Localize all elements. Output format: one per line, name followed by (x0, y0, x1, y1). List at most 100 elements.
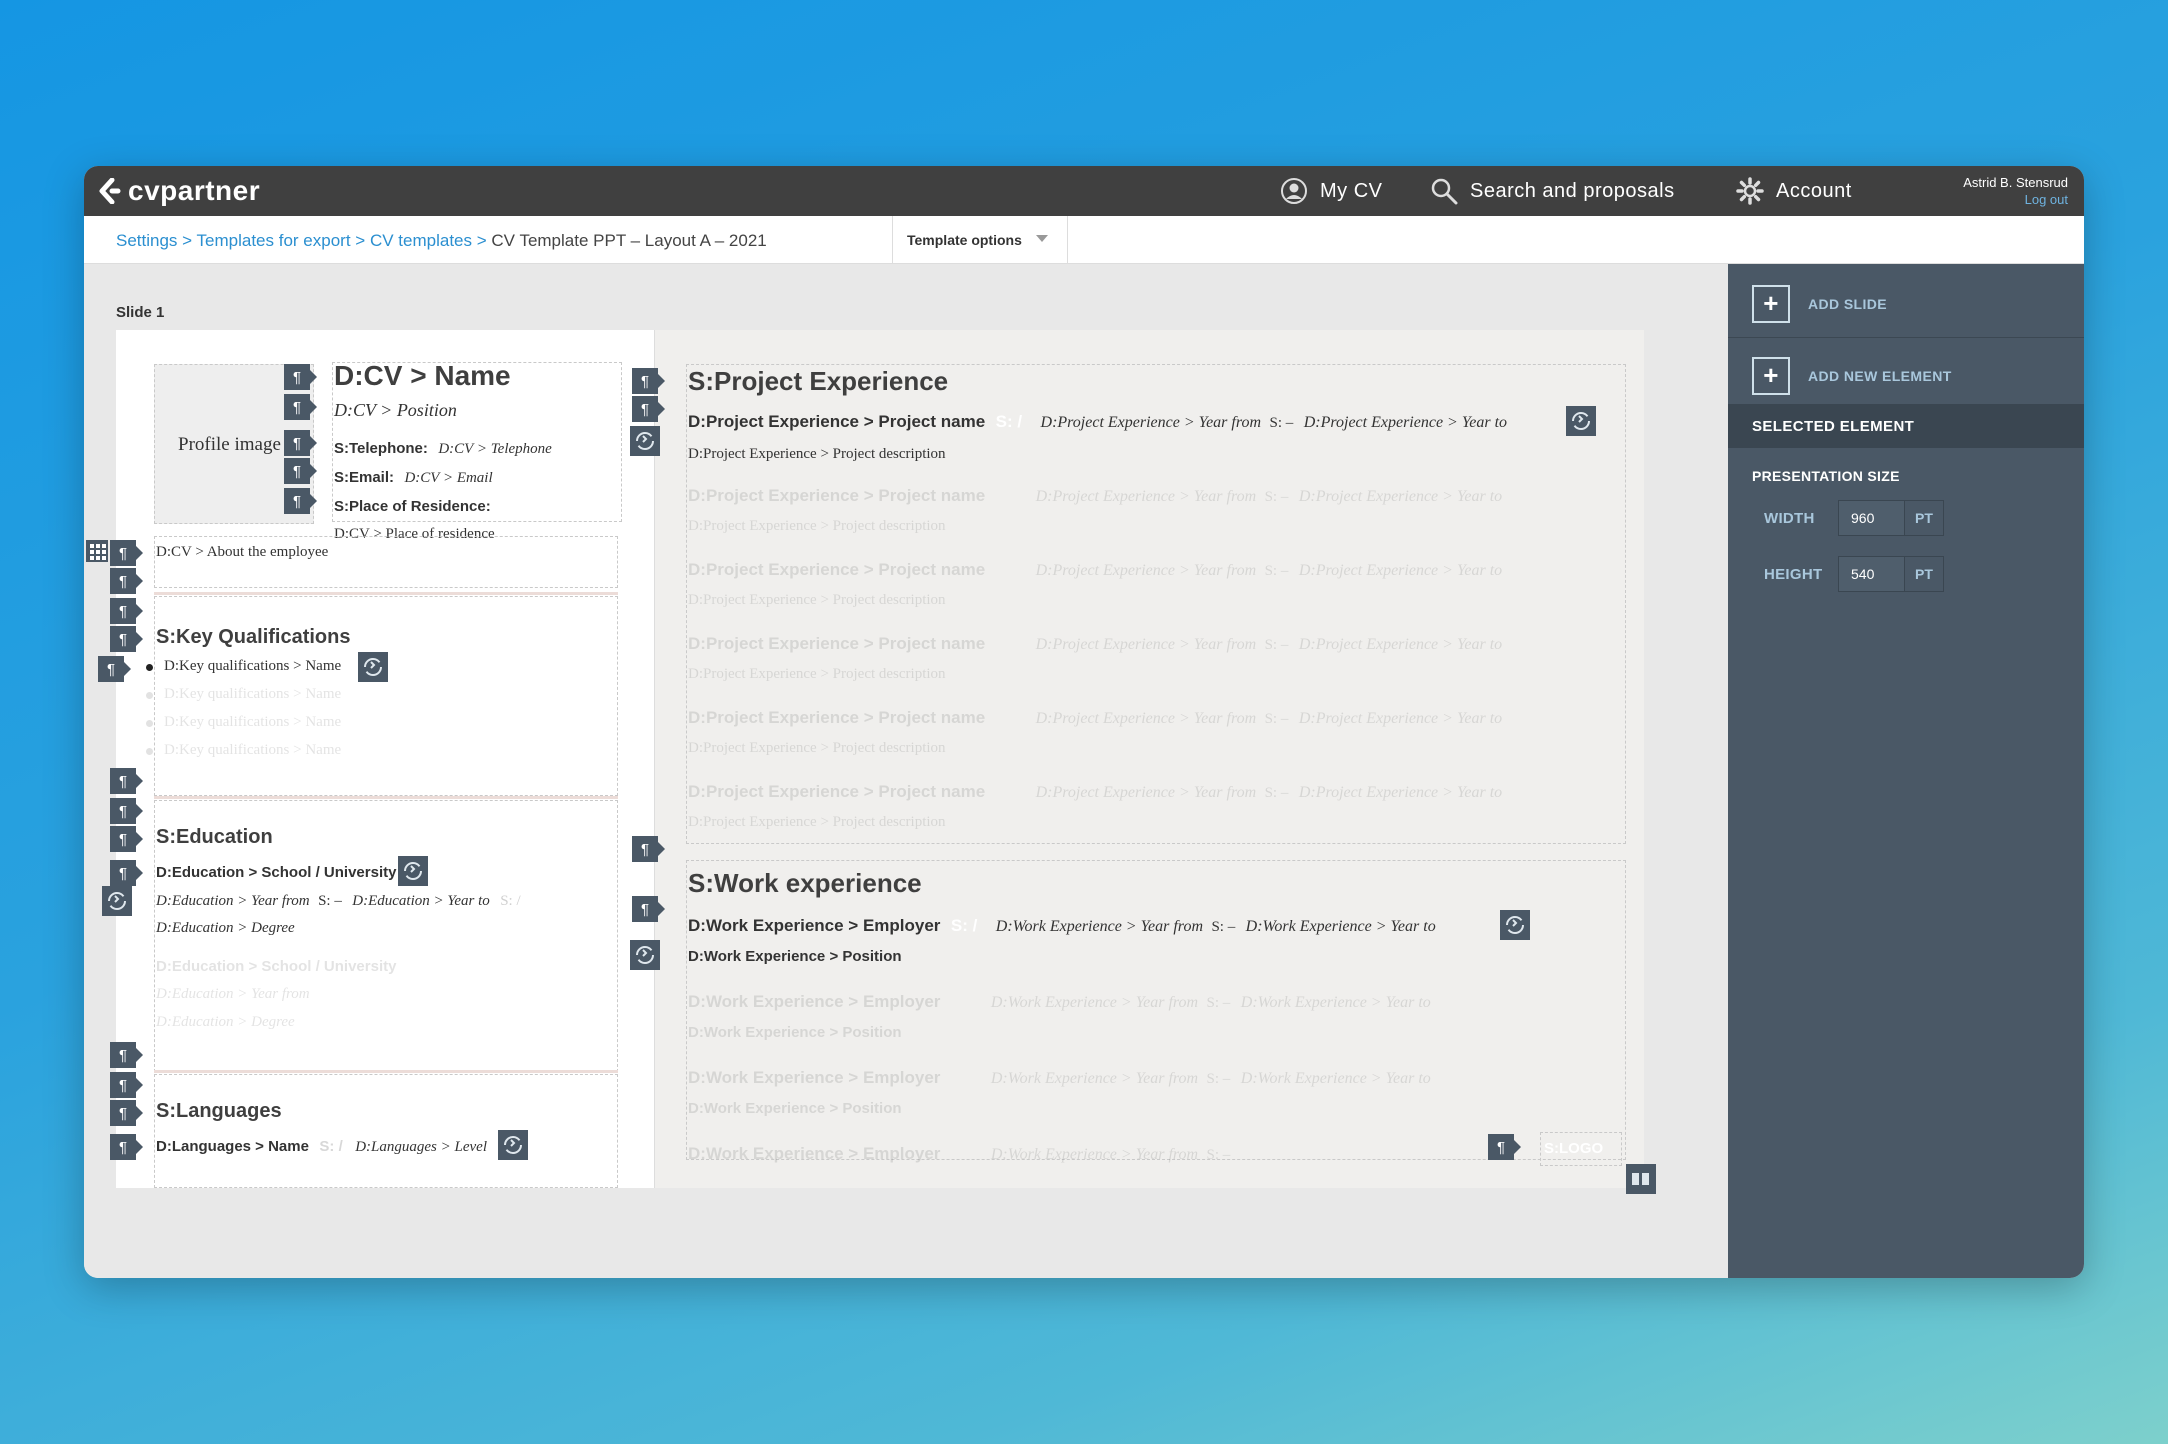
work-year-to: D:Work Experience > Year to (1240, 1070, 1431, 1087)
height-label: HEIGHT (1764, 566, 1823, 583)
project-description[interactable]: D:Project Experience > Project descripti… (688, 446, 946, 463)
paragraph-handle[interactable]: ¶ (1488, 1134, 1521, 1160)
paragraph-handle[interactable]: ¶ (110, 860, 143, 886)
breadcrumb-settings[interactable]: Settings (116, 231, 177, 250)
grid-handle-icon[interactable] (86, 540, 108, 562)
breadcrumb-sep: > (476, 231, 487, 250)
logout-link[interactable]: Log out (1963, 191, 2068, 208)
education-years-row[interactable]: D:Education > Year from S: – D:Education… (156, 892, 521, 910)
paragraph-handle[interactable]: ¶ (110, 626, 143, 652)
education-school-field[interactable]: D:Education > School / University (156, 864, 396, 881)
project-year-to: D:Project Experience > Year to (1298, 636, 1503, 653)
cv-position-field[interactable]: D:CV > Position (334, 400, 457, 421)
width-input[interactable]: 960 (1839, 501, 1905, 535)
telephone-row[interactable]: S:Telephone: D:CV > Telephone (334, 440, 552, 458)
paragraph-handle[interactable]: ¶ (110, 1072, 143, 1098)
paragraph-handle[interactable]: ¶ (110, 798, 143, 824)
paragraph-handle[interactable]: ¶ (110, 568, 143, 594)
education-degree-field: D:Education > Degree (156, 1014, 295, 1030)
slide[interactable]: Profile image ¶ ¶ ¶ ¶ ¶ D:CV > Name D:CV… (86, 330, 1656, 1194)
chevron-down-icon (1035, 235, 1048, 242)
key-qualifications-title[interactable]: S:Key Qualifications (156, 626, 351, 649)
paragraph-handle[interactable]: ¶ (632, 836, 665, 862)
project-description: D:Project Experience > Project descripti… (688, 666, 946, 682)
width-label: WIDTH (1764, 510, 1815, 527)
work-position[interactable]: D:Work Experience > Position (688, 948, 902, 965)
paragraph-handle[interactable]: ¶ (632, 368, 665, 394)
width-unit: PT (1915, 510, 1933, 526)
nav-account[interactable]: Account (1736, 166, 1852, 216)
paragraph-handle[interactable]: ¶ (632, 896, 665, 922)
project-row[interactable]: D:Project Experience > Project name S: /… (688, 412, 1507, 432)
sync-icon[interactable] (398, 856, 428, 886)
cv-name-field[interactable]: D:CV > Name (334, 360, 511, 392)
sync-icon[interactable] (1500, 910, 1530, 940)
residence-label[interactable]: S:Place of Residence: (334, 498, 491, 515)
breadcrumb-sep: > (355, 231, 366, 250)
education-school-field: D:Education > School / University (156, 958, 397, 975)
project-name: D:Project Experience > Project name (688, 634, 986, 653)
project-description: D:Project Experience > Project descripti… (688, 814, 946, 830)
profile-image-label: Profile image (178, 434, 281, 455)
about-field[interactable]: D:CV > About the employee (156, 544, 328, 561)
project-slash: S: / (995, 412, 1023, 431)
paragraph-handle[interactable]: ¶ (284, 364, 317, 390)
breadcrumb-templates[interactable]: Templates for export (197, 231, 351, 250)
email-row[interactable]: S:Email: D:CV > Email (334, 469, 493, 487)
paragraph-handle[interactable]: ¶ (110, 768, 143, 794)
paragraph-handle[interactable]: ¶ (284, 458, 317, 484)
email-label: S:Email: (334, 469, 395, 486)
resize-handle-icon[interactable] (1626, 1164, 1656, 1194)
work-row[interactable]: D:Work Experience > Employer S: / D:Work… (688, 916, 1436, 936)
telephone-label: S:Telephone: (334, 440, 428, 457)
sync-icon[interactable] (630, 940, 660, 970)
paragraph-handle[interactable]: ¶ (110, 540, 143, 566)
languages-title[interactable]: S:Languages (156, 1100, 282, 1123)
languages-box[interactable] (154, 1074, 618, 1188)
breadcrumb-cv-templates[interactable]: CV templates (370, 231, 472, 250)
template-options-label: Template options (907, 232, 1022, 248)
sync-icon[interactable] (1566, 406, 1596, 436)
section-divider (154, 796, 618, 799)
paragraph-handle[interactable]: ¶ (110, 1042, 143, 1068)
nav-search[interactable]: Search and proposals (1430, 166, 1675, 216)
paragraph-handle[interactable]: ¶ (284, 430, 317, 456)
add-element-button[interactable]: + ADD NEW ELEMENT (1728, 342, 2084, 410)
project-experience-title[interactable]: S:Project Experience (688, 366, 948, 397)
paragraph-handle[interactable]: ¶ (110, 598, 143, 624)
project-year-to: D:Project Experience > Year to (1298, 710, 1503, 727)
paragraph-handle[interactable]: ¶ (110, 1134, 143, 1160)
project-name: D:Project Experience > Project name (688, 708, 986, 727)
sync-icon[interactable] (358, 652, 388, 682)
work-experience-title[interactable]: S:Work experience (688, 868, 922, 899)
sync-icon[interactable] (102, 886, 132, 916)
paragraph-handle[interactable]: ¶ (98, 656, 131, 682)
key-qualification-item: D:Key qualifications > Name (164, 686, 342, 702)
template-options-dropdown[interactable]: Template options (892, 216, 1068, 264)
paragraph-handle[interactable]: ¶ (284, 488, 317, 514)
work-employer: D:Work Experience > Employer (688, 1144, 941, 1163)
add-slide-button[interactable]: + ADD SLIDE (1728, 270, 2084, 338)
work-employer: D:Work Experience > Employer (688, 916, 941, 935)
height-input[interactable]: 540 (1839, 557, 1905, 591)
width-input-group: 960 PT (1838, 500, 1944, 536)
bullet (146, 748, 153, 755)
key-qualification-item[interactable]: D:Key qualifications > Name (164, 658, 341, 675)
plus-icon: + (1752, 356, 1790, 395)
nav-my-cv[interactable]: My CV (1280, 166, 1383, 216)
paragraph-handle[interactable]: ¶ (632, 396, 665, 422)
language-row[interactable]: D:Languages > Name S: / D:Languages > Le… (156, 1138, 487, 1156)
paragraph-handle[interactable]: ¶ (110, 1100, 143, 1126)
project-year-to: D:Project Experience > Year to (1298, 784, 1503, 801)
paragraph-handle[interactable]: ¶ (110, 826, 143, 852)
project-year-from: D:Project Experience > Year from (1035, 636, 1257, 653)
education-title[interactable]: S:Education (156, 826, 273, 849)
project-year-from: D:Project Experience > Year from (1035, 784, 1257, 801)
paragraph-handle[interactable]: ¶ (284, 394, 317, 420)
height-unit: PT (1915, 566, 1933, 582)
app-logo[interactable]: cvpartner (98, 174, 260, 208)
sync-icon[interactable] (498, 1130, 528, 1160)
slide-canvas-area: Slide 1 Profile image ¶ ¶ ¶ ¶ ¶ D:CV > N… (84, 264, 1728, 1278)
education-degree-field[interactable]: D:Education > Degree (156, 920, 295, 937)
sync-icon[interactable] (630, 426, 660, 456)
